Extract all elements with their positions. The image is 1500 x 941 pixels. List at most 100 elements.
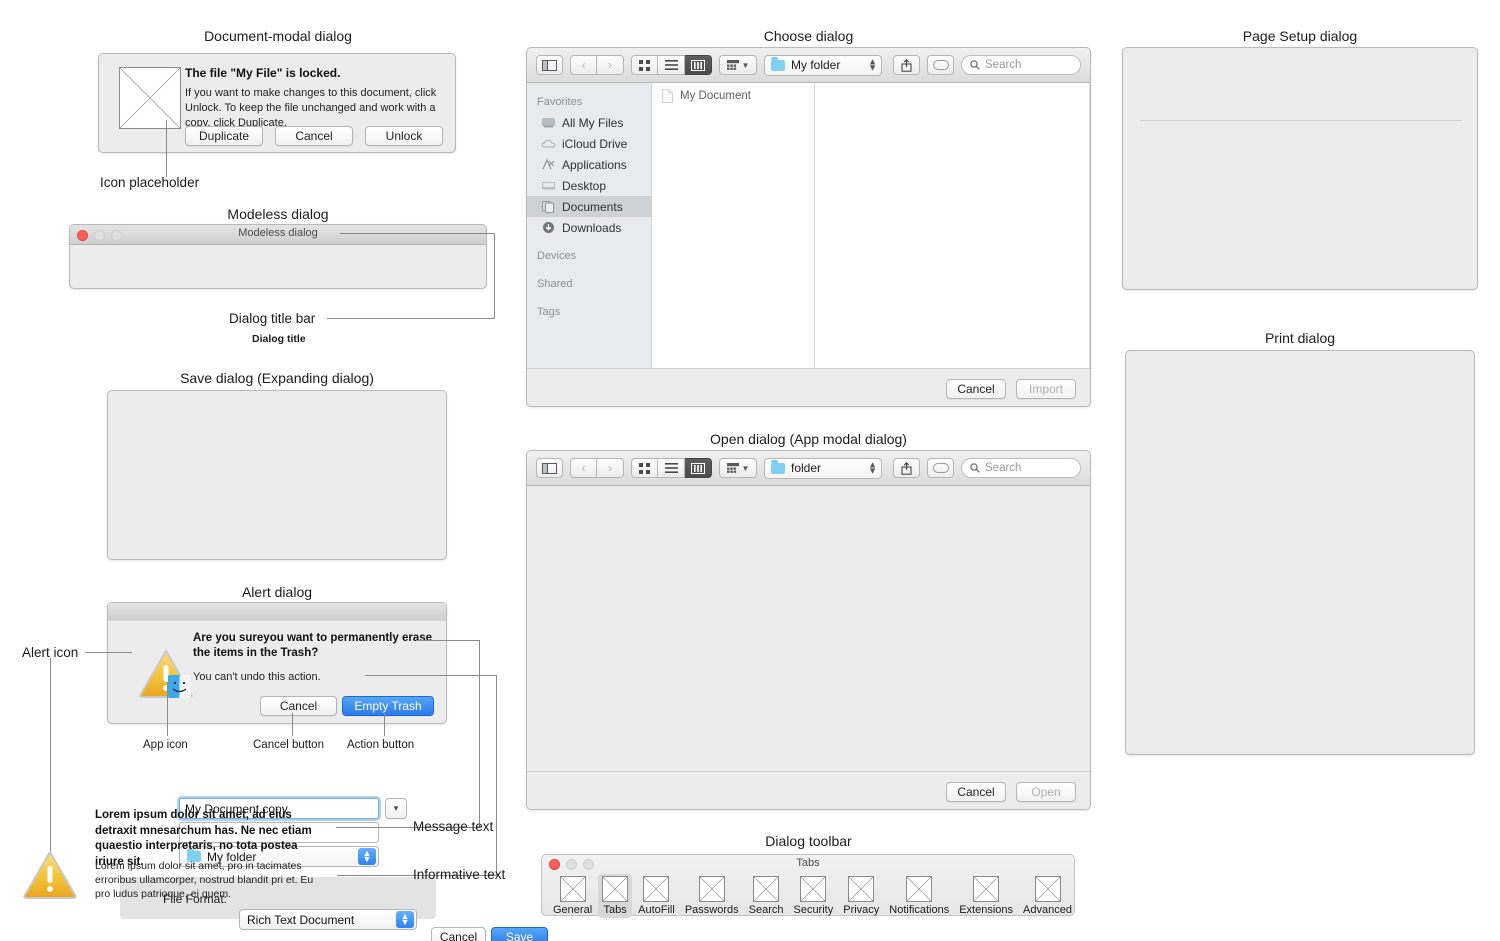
- section-caption-print: Print dialog: [1264, 330, 1336, 346]
- tab-icon-placeholder: [643, 876, 670, 902]
- tab-icon-placeholder: [753, 876, 780, 902]
- toolbar-tab-privacy[interactable]: Privacy: [839, 874, 883, 918]
- chevron-right-icon: ›: [608, 58, 612, 72]
- toolbar-tab-label: Passwords: [684, 904, 739, 916]
- toolbar-tab-notifications[interactable]: Notifications: [885, 874, 953, 918]
- leader-app-icon: [167, 682, 168, 736]
- list-view-button[interactable]: [658, 55, 685, 75]
- cancel-button[interactable]: Cancel: [946, 378, 1006, 399]
- chevron-down-icon: ▼: [741, 60, 750, 70]
- cancel-button[interactable]: Cancel: [431, 927, 486, 941]
- sidebar-toggle-button[interactable]: [536, 458, 563, 478]
- column-view-button[interactable]: [685, 458, 712, 478]
- sidebar-item-all-my-files[interactable]: All My Files: [527, 112, 651, 133]
- view-mode-segment[interactable]: [631, 458, 712, 478]
- applications-icon: [541, 158, 556, 171]
- forward-button[interactable]: ›: [597, 458, 624, 478]
- sidebar-item-label: Downloads: [562, 220, 622, 235]
- toolbar-tab-tabs[interactable]: Tabs: [598, 874, 633, 918]
- file-name: My Document: [680, 90, 751, 102]
- sidebar-toggle-button[interactable]: [536, 55, 563, 75]
- choose-footer: Cancel Import: [527, 368, 1090, 406]
- open-button[interactable]: Open: [1016, 781, 1076, 802]
- expand-toggle-button[interactable]: ▾: [385, 798, 407, 819]
- sidebar-item-downloads[interactable]: Downloads: [527, 217, 651, 238]
- sidebar-section-devices: Devices: [537, 250, 577, 262]
- sidebar-item-desktop[interactable]: Desktop: [527, 175, 651, 196]
- cancel-button[interactable]: Cancel: [946, 781, 1006, 802]
- file-format-popup[interactable]: Rich Text Document ▲ ▼: [239, 909, 417, 930]
- back-button[interactable]: ‹: [570, 458, 597, 478]
- path-popup[interactable]: My folder ▲ ▼: [764, 54, 882, 76]
- icon-view-button[interactable]: [631, 55, 658, 75]
- dialog-title-bar[interactable]: Modeless dialog: [70, 225, 486, 245]
- toolbar-tab-label: Advanced: [1023, 904, 1072, 916]
- annotation-dialog-title-bar: Dialog title bar: [229, 311, 316, 326]
- choose-toolbar: ‹ › ▼ My folder ▲ ▼ Search: [527, 48, 1090, 83]
- back-forward-segment[interactable]: ‹ ›: [570, 458, 624, 478]
- sidebar-icon: [542, 59, 557, 71]
- back-forward-segment[interactable]: ‹ ›: [570, 55, 624, 75]
- share-button[interactable]: [893, 458, 920, 478]
- forward-button[interactable]: ›: [597, 55, 624, 75]
- column-view-button[interactable]: [685, 55, 712, 75]
- choose-column-2[interactable]: [815, 83, 1090, 368]
- tag-button[interactable]: [927, 55, 954, 75]
- document-icon: [662, 89, 673, 103]
- toolbar-tab-extensions[interactable]: Extensions: [955, 874, 1017, 918]
- list-view-icon: [664, 463, 678, 473]
- sidebar-item-icloud-drive[interactable]: iCloud Drive: [527, 133, 651, 154]
- toolbar-tab-search[interactable]: Search: [745, 874, 788, 918]
- section-caption-page-setup: Page Setup dialog: [1242, 28, 1358, 44]
- import-button[interactable]: Import: [1016, 378, 1076, 399]
- tab-icon-placeholder: [602, 876, 629, 902]
- sidebar-section-favorites: Favorites: [537, 96, 583, 108]
- share-button[interactable]: [893, 55, 920, 75]
- section-caption-alert: Alert dialog: [241, 584, 313, 600]
- search-input[interactable]: Search: [961, 458, 1081, 478]
- sidebar-item-documents[interactable]: Documents: [527, 196, 651, 217]
- file-list-item[interactable]: My Document: [652, 83, 814, 103]
- toolbar-tab-security[interactable]: Security: [789, 874, 837, 918]
- toolbar-tab-label: AutoFill: [638, 904, 675, 916]
- unlock-button[interactable]: Unlock: [365, 126, 443, 146]
- icon-view-button[interactable]: [631, 458, 658, 478]
- save-button[interactable]: Save: [491, 927, 548, 941]
- action-button[interactable]: Empty Trash: [342, 696, 434, 716]
- leader-icon-placeholder: [166, 120, 167, 177]
- duplicate-button[interactable]: Duplicate: [185, 126, 263, 146]
- downloads-icon: [541, 221, 556, 234]
- view-mode-segment[interactable]: [631, 55, 712, 75]
- section-caption-choose: Choose dialog: [763, 28, 854, 44]
- tab-icon-placeholder: [848, 876, 875, 902]
- toolbar-tab-advanced[interactable]: Advanced: [1019, 874, 1076, 918]
- search-placeholder: Search: [985, 59, 1022, 71]
- toolbar-tab-autofill[interactable]: AutoFill: [634, 874, 679, 918]
- toolbar-window-title: Tabs: [796, 857, 820, 869]
- dialog-toolbar-window: Tabs General Tabs AutoFill Passwords Sea…: [541, 854, 1075, 918]
- chevron-down-icon: ▼: [741, 463, 750, 473]
- toolbar-tab-passwords[interactable]: Passwords: [681, 874, 743, 918]
- chevron-left-icon: ‹: [581, 461, 586, 475]
- toolbar-tab-label: Security: [793, 904, 834, 916]
- tag-button[interactable]: [927, 458, 954, 478]
- cancel-button[interactable]: Cancel: [275, 126, 353, 146]
- popup-arrows-icon: ▲ ▼: [358, 848, 376, 865]
- back-button[interactable]: ‹: [570, 55, 597, 75]
- alert-informative-text: You can't undo this action.: [193, 670, 321, 683]
- list-view-button[interactable]: [658, 458, 685, 478]
- toolbar-tabs: General Tabs AutoFill Passwords Search S…: [542, 873, 1074, 918]
- choose-sidebar: Favorites All My Files iCloud Drive Appl…: [527, 83, 652, 368]
- arrange-by-button[interactable]: ▼: [719, 458, 757, 478]
- sidebar-item-applications[interactable]: Applications: [527, 154, 651, 175]
- desktop-icon: [541, 179, 556, 192]
- sidebar-item-label: All My Files: [562, 115, 624, 130]
- annotation-icon-placeholder: Icon placeholder: [100, 175, 200, 190]
- cancel-button[interactable]: Cancel: [260, 696, 337, 716]
- arrange-by-button[interactable]: ▼: [719, 55, 757, 75]
- leader-informative-h: [365, 675, 496, 676]
- search-input[interactable]: Search: [961, 55, 1081, 75]
- choose-column-1[interactable]: My Document: [652, 83, 815, 368]
- path-popup[interactable]: folder ▲ ▼: [764, 457, 882, 479]
- toolbar-tab-general[interactable]: General: [549, 874, 596, 918]
